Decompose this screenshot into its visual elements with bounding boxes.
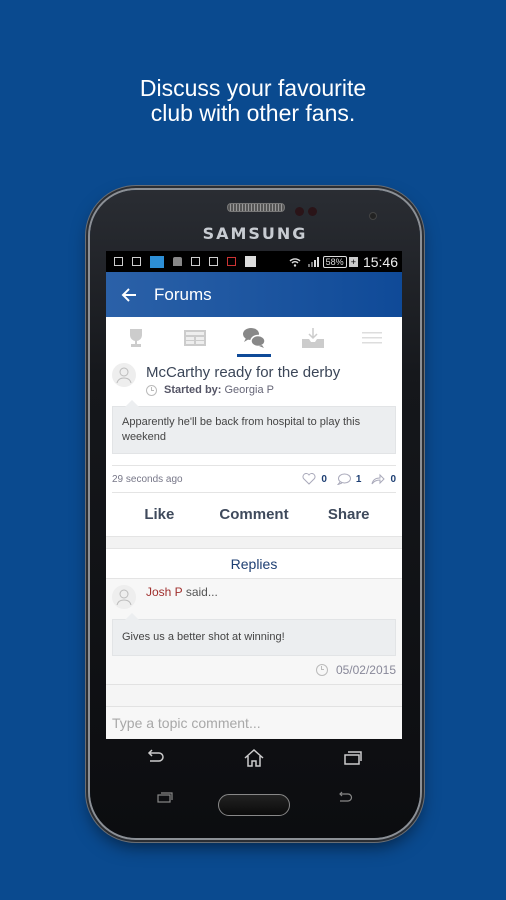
user-silhouette-icon (116, 367, 132, 384)
earpiece-speaker (227, 203, 285, 212)
post-stats: 29 seconds ago 0 1 0 (112, 465, 396, 492)
divider (106, 684, 402, 707)
clock-icon (146, 384, 157, 396)
like-button[interactable]: Like (112, 506, 207, 523)
comment-input[interactable] (112, 714, 396, 731)
download-tray-icon (302, 328, 325, 348)
hardware-back-icon[interactable] (336, 790, 354, 804)
light-sensor (308, 207, 317, 216)
reply-date: 05/02/2015 (112, 656, 396, 684)
forum-post: McCarthy ready for the derby Started by:… (106, 359, 402, 536)
post-actions: Like Comment Share (112, 492, 396, 536)
device-brand: SAMSUNG (202, 224, 308, 243)
tab-downloads[interactable] (284, 317, 343, 359)
post-author: Georgia P (224, 384, 274, 396)
screenshot-icon (209, 257, 218, 266)
chat-bubbles-icon (243, 328, 266, 348)
battery-level: 58% (322, 255, 347, 268)
reply-author-line: Josh P said... (146, 585, 218, 609)
screen: 58% + 15:46 Forums McCarthy ready for th… (106, 251, 402, 739)
screenshot-icon (114, 257, 123, 266)
share-count: 0 (371, 473, 396, 485)
app-thumbnail-icon (150, 255, 164, 268)
comment-count: 1 (336, 473, 361, 485)
post-meta: Started by: Georgia P (146, 384, 340, 396)
reply-said: said... (185, 585, 218, 599)
reply-item: Josh P said... Gives us a better shot at… (106, 579, 402, 684)
tab-trophy[interactable] (106, 317, 165, 359)
section-divider (106, 536, 402, 548)
page-title: Forums (154, 284, 212, 304)
charging-icon: + (348, 256, 358, 267)
post-body: Apparently he'll be back from hospital t… (112, 400, 396, 454)
trophy-icon (129, 329, 142, 347)
headline-line-1: Discuss your favourite (139, 75, 367, 101)
replies-header: Replies (106, 548, 402, 579)
comment-button[interactable]: Comment (207, 506, 302, 523)
navigation-bar (106, 739, 402, 777)
clock-icon (315, 664, 328, 676)
status-time: 15:46 (362, 253, 398, 270)
tab-menu[interactable] (343, 317, 402, 359)
recents-nav-icon[interactable] (342, 748, 364, 768)
signal-x-icon (227, 257, 236, 266)
home-nav-icon[interactable] (243, 748, 265, 768)
share-button[interactable]: Share (301, 506, 396, 523)
comment-input-row (106, 707, 402, 738)
menu-icon (362, 332, 383, 344)
like-count: 0 (302, 473, 327, 485)
tab-news[interactable] (165, 317, 224, 359)
heart-icon (302, 473, 316, 485)
post-time-ago: 29 seconds ago (112, 473, 183, 485)
news-icon (183, 330, 206, 346)
started-by-label: Started by: (164, 384, 222, 396)
gallery-icon (132, 257, 141, 266)
shirt-icon (173, 257, 182, 266)
play-store-icon (245, 256, 256, 267)
app-bar: Forums (106, 272, 402, 317)
tab-forums[interactable] (224, 317, 283, 359)
comment-icon (336, 473, 351, 485)
avatar (112, 585, 136, 609)
user-silhouette-icon (116, 589, 132, 606)
tab-bar (106, 317, 402, 359)
front-camera (369, 212, 377, 220)
avatar (112, 363, 136, 387)
reply-body: Gives us a better shot at winning! (112, 613, 396, 656)
phone-frame: SAMSUNG 58% + 15:46 Forums McCarthy read… (90, 190, 420, 838)
back-nav-icon[interactable] (144, 748, 166, 768)
signal-icon (307, 256, 319, 267)
status-bar: 58% + 15:46 (106, 251, 402, 272)
headline: Discuss your favourite club with other f… (0, 76, 506, 126)
hardware-recents-icon[interactable] (156, 790, 174, 804)
wifi-icon (289, 257, 301, 267)
reply-author[interactable]: Josh P (146, 585, 182, 599)
arrow-left-icon[interactable] (121, 287, 137, 303)
headline-line-2: club with other fans. (150, 100, 356, 126)
hardware-home-button[interactable] (218, 794, 290, 816)
checkbox-icon (191, 257, 200, 266)
post-title[interactable]: McCarthy ready for the derby (146, 363, 340, 383)
share-arrow-icon (371, 473, 386, 485)
proximity-sensor (295, 207, 304, 216)
